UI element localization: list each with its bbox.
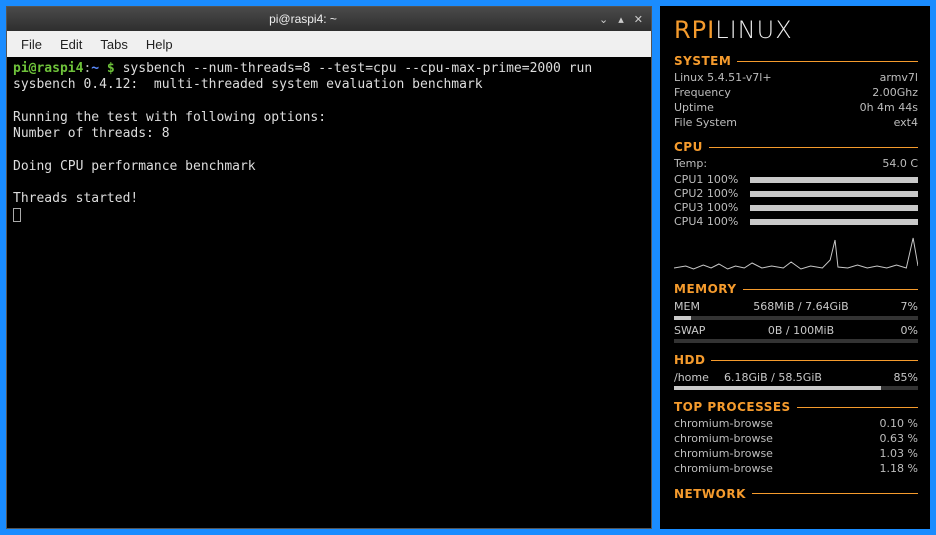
minimize-icon[interactable]: ⌄ xyxy=(599,13,608,26)
section-memory-label: MEMORY xyxy=(674,282,737,296)
cpu-core-bar xyxy=(750,219,918,225)
sys-kernel: Linux 5.4.51-v7l+armv7l xyxy=(674,71,918,86)
menu-tabs[interactable]: Tabs xyxy=(92,34,135,55)
prompt-user: pi@raspi4 xyxy=(13,61,83,76)
prompt-path: ~ xyxy=(91,61,99,76)
section-system: SYSTEM xyxy=(674,54,918,68)
brand-linux: LINUX xyxy=(715,16,792,44)
section-top-label: TOP PROCESSES xyxy=(674,400,791,414)
section-rule xyxy=(711,360,918,361)
swap-bar xyxy=(674,339,918,343)
menu-file[interactable]: File xyxy=(13,34,50,55)
terminal-output-line: Running the test with following options: xyxy=(13,110,326,125)
window-controls: ⌄ ▴ ✕ xyxy=(599,13,651,26)
close-icon[interactable]: ✕ xyxy=(634,13,643,26)
hdd-bar xyxy=(674,386,918,390)
terminal-output-line: Doing CPU performance benchmark xyxy=(13,159,256,174)
section-rule xyxy=(737,61,918,62)
section-hdd-label: HDD xyxy=(674,353,705,367)
cpu-core-row: CPU4 100% xyxy=(674,215,918,228)
process-row: chromium-browse0.10 % xyxy=(674,417,918,432)
section-rule xyxy=(743,289,918,290)
hdd-row: /home 6.18GiB / 58.5GiB 85% xyxy=(674,370,918,385)
cpu-graph xyxy=(674,232,918,272)
cpu-core-row: CPU1 100% xyxy=(674,173,918,186)
section-hdd: HDD xyxy=(674,353,918,367)
section-rule xyxy=(797,407,918,408)
section-memory: MEMORY xyxy=(674,282,918,296)
process-row: chromium-browse1.03 % xyxy=(674,447,918,462)
terminal-cursor xyxy=(13,208,21,222)
memory-bar xyxy=(674,316,918,320)
section-top-processes: TOP PROCESSES xyxy=(674,400,918,414)
maximize-icon[interactable]: ▴ xyxy=(618,13,624,26)
prompt-sym: $ xyxy=(99,61,122,76)
process-row: chromium-browse0.63 % xyxy=(674,432,918,447)
swap-row: SWAP 0B / 100MiB 0% xyxy=(674,323,918,338)
terminal-body[interactable]: pi@raspi4:~ $ sysbench --num-threads=8 -… xyxy=(7,57,651,528)
cpu-core-label: CPU2 100% xyxy=(674,187,744,200)
section-rule xyxy=(752,493,918,494)
section-network: NETWORK xyxy=(674,487,918,501)
panel-brand: RPILINUX xyxy=(674,16,918,44)
brand-rpi: RPI xyxy=(674,16,715,44)
window-title: pi@raspi4: ~ xyxy=(7,12,599,26)
section-system-label: SYSTEM xyxy=(674,54,731,68)
cpu-core-bar xyxy=(750,177,918,183)
cpu-core-bar xyxy=(750,191,918,197)
cpu-core-label: CPU1 100% xyxy=(674,173,744,186)
system-panel: RPILINUX SYSTEM Linux 5.4.51-v7l+armv7l … xyxy=(660,6,930,529)
terminal-output-line: sysbench 0.4.12: multi-threaded system e… xyxy=(13,77,483,92)
cpu-core-row: CPU3 100% xyxy=(674,201,918,214)
sys-filesystem: File Systemext4 xyxy=(674,116,918,131)
cpu-core-label: CPU4 100% xyxy=(674,215,744,228)
terminal-output-line: Number of threads: 8 xyxy=(13,126,170,141)
section-rule xyxy=(709,147,918,148)
section-cpu-label: CPU xyxy=(674,140,703,154)
process-row: chromium-browse1.18 % xyxy=(674,462,918,477)
sys-frequency: Frequency2.00Ghz xyxy=(674,86,918,101)
cpu-core-row: CPU2 100% xyxy=(674,187,918,200)
cpu-core-bar xyxy=(750,205,918,211)
memory-row: MEM 568MiB / 7.64GiB 7% xyxy=(674,299,918,314)
cpu-core-label: CPU3 100% xyxy=(674,201,744,214)
section-network-label: NETWORK xyxy=(674,487,746,501)
menu-edit[interactable]: Edit xyxy=(52,34,90,55)
terminal-command: sysbench --num-threads=8 --test=cpu --cp… xyxy=(123,61,593,76)
cpu-temp: Temp:54.0 C xyxy=(674,157,918,172)
section-cpu: CPU xyxy=(674,140,918,154)
sys-uptime: Uptime0h 4m 44s xyxy=(674,101,918,116)
menubar: File Edit Tabs Help xyxy=(7,31,651,57)
menu-help[interactable]: Help xyxy=(138,34,181,55)
terminal-output-line: Threads started! xyxy=(13,191,138,206)
terminal-window: pi@raspi4: ~ ⌄ ▴ ✕ File Edit Tabs Help p… xyxy=(6,6,652,529)
window-titlebar[interactable]: pi@raspi4: ~ ⌄ ▴ ✕ xyxy=(7,7,651,31)
